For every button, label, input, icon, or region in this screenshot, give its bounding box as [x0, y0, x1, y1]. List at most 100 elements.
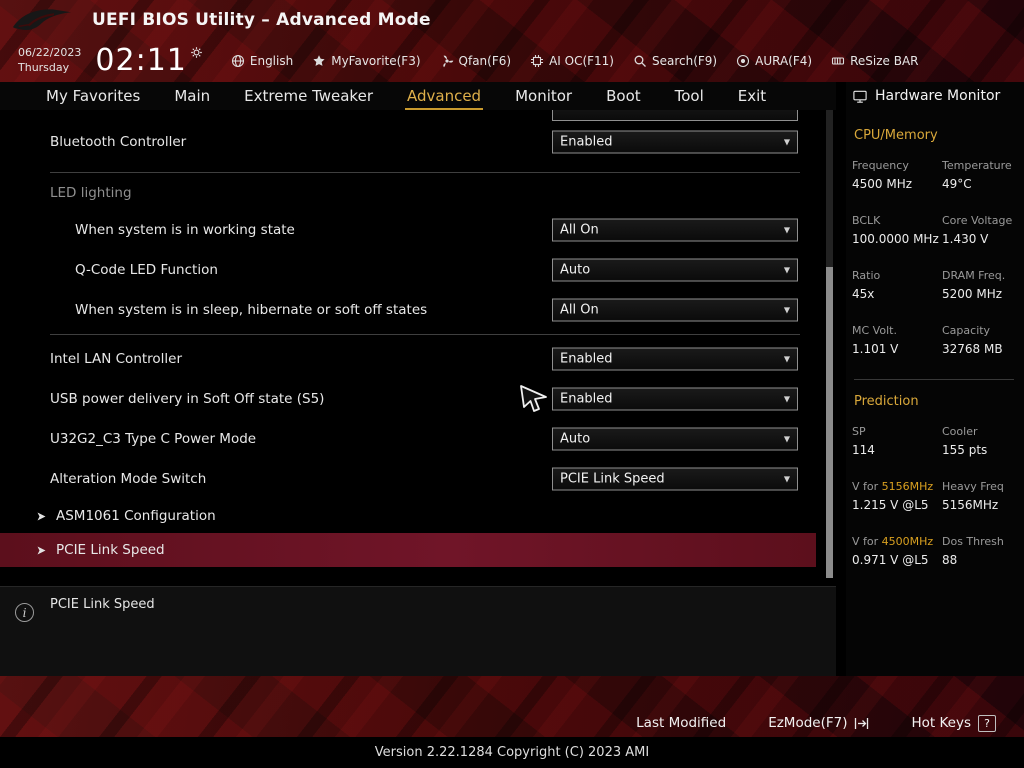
dropdown-value: Enabled: [560, 391, 613, 407]
dropdown-u32g2-c3-type-c-power-mode[interactable]: Auto ▼: [552, 427, 798, 451]
tab-monitor[interactable]: Monitor: [513, 85, 574, 110]
dropdown-bluetooth-controller[interactable]: Enabled ▼: [552, 130, 798, 154]
hot-keys-label: Hot Keys: [911, 715, 971, 731]
description-panel: i PCIE Link Speed: [0, 586, 836, 676]
hwm-stat-cooler: Cooler 155 pts: [942, 425, 1016, 457]
hwm-stat-sp: SP 114: [852, 425, 938, 457]
chevron-down-icon: ▼: [783, 225, 790, 235]
toolbar-label: AURA(F4): [755, 54, 813, 68]
resize-bar-icon: [831, 54, 845, 68]
chip-icon: [530, 54, 544, 68]
submenu-pcie-link-speed[interactable]: PCIE Link Speed: [0, 533, 816, 567]
section-heading-led-lighting: LED lighting: [50, 172, 800, 210]
fan-icon: [440, 54, 454, 68]
hwm-divider: [854, 379, 1014, 380]
hot-keys-button[interactable]: Hot Keys ?: [911, 714, 996, 732]
ezmode-button[interactable]: EzMode(F7): [768, 715, 869, 731]
aura-icon: [736, 54, 750, 68]
hwm-stat-label: DRAM Freq.: [942, 269, 1006, 282]
hwm-stat-value: 0.971 V @L5: [852, 553, 929, 567]
toolbar-aura-f4[interactable]: AURA(F4): [736, 54, 812, 68]
submenu-arrow-icon: [36, 545, 47, 556]
hwm-stat-label: Temperature: [942, 159, 1012, 172]
hwm-stat-value: 155 pts: [942, 443, 988, 457]
chevron-down-icon: ▼: [783, 474, 790, 484]
toolbar-label: English: [249, 54, 294, 68]
setting-label: Q-Code LED Function: [75, 262, 218, 278]
chevron-down-icon: ▼: [783, 434, 790, 444]
hwm-stat-value: 100.0000 MHz: [852, 232, 939, 246]
setting-bluetooth-controller: Bluetooth Controller Enabled ▼: [0, 122, 836, 162]
hwm-stat-value: 5200 MHz: [942, 287, 1003, 301]
tab-extreme-tweaker[interactable]: Extreme Tweaker: [242, 85, 375, 110]
tab-main[interactable]: Main: [172, 85, 212, 110]
toolbar-search-f9[interactable]: Search(F9): [633, 54, 717, 68]
gear-icon[interactable]: [190, 46, 203, 59]
hwm-stat-label: Capacity: [942, 324, 991, 337]
ezmode-exit-icon: [854, 717, 869, 730]
hwm-stat-value: 1.215 V @L5: [852, 498, 929, 512]
chevron-down-icon: ▼: [783, 265, 790, 275]
hwm-stat-core-voltage: Core Voltage 1.430 V: [942, 214, 1016, 246]
toolbar-label: ReSize BAR: [850, 54, 919, 68]
dropdown-usb-power-delivery-in-soft-off-state-s5[interactable]: Enabled ▼: [552, 387, 798, 411]
hwm-stat-v-for-5156mhz: V for 5156MHz 1.215 V @L5: [852, 480, 938, 512]
dropdown-intel-lan-controller[interactable]: Enabled ▼: [552, 347, 798, 371]
dropdown-value: Enabled: [560, 134, 613, 150]
submenu-asm1061-configuration[interactable]: ASM1061 Configuration: [0, 499, 836, 533]
dropdown-when-system-is-in-working-state[interactable]: All On ▼: [552, 218, 798, 242]
tab-advanced[interactable]: Advanced: [404, 85, 484, 110]
hwm-stat-temperature: Temperature 49°C: [942, 159, 1016, 191]
toolbar-label: AI OC(F11): [549, 54, 614, 68]
hwm-stat-label: V for 5156MHz: [852, 480, 934, 493]
description-text: PCIE Link Speed: [50, 597, 155, 612]
tab-my-favorites[interactable]: My Favorites: [44, 85, 142, 110]
hwm-stat-label: V for 4500MHz: [852, 535, 934, 548]
tab-tool[interactable]: Tool: [673, 85, 706, 110]
header-info-row: 06/22/2023 Thursday 02:11 English MyFavor…: [0, 40, 1024, 82]
dropdown-clipped[interactable]: [552, 110, 798, 121]
footer-actions: Last Modified EzMode(F7) Hot Keys ?: [636, 708, 996, 738]
rog-logo: [12, 9, 72, 31]
toolbar-qfan-f6[interactable]: Qfan(F6): [440, 54, 511, 68]
version-text: Version 2.22.1284 Copyright (C) 2023 AMI: [0, 737, 1024, 768]
toolbar-myfavorite-f3[interactable]: MyFavorite(F3): [312, 54, 421, 68]
setting-intel-lan-controller: Intel LAN Controller Enabled ▼: [0, 339, 836, 379]
hwm-stat-value: 49°C: [942, 177, 972, 191]
hwm-stat-value: 5156MHz: [942, 498, 999, 512]
info-icon: i: [15, 603, 34, 622]
dropdown-q-code-led-function[interactable]: Auto ▼: [552, 258, 798, 282]
setting-usb-power-delivery-in-soft-off-state-s5: USB power delivery in Soft Off state (S5…: [0, 379, 836, 419]
scrollbar[interactable]: [826, 110, 833, 578]
tab-bar: My Favorites Main Extreme Tweaker Advanced M…: [0, 82, 836, 110]
header-toolbar: English MyFavorite(F3) Qfan(F6) AI OC(F11) S…: [231, 54, 919, 68]
tab-exit[interactable]: Exit: [736, 85, 768, 110]
chevron-down-icon: ▼: [783, 394, 790, 404]
hwm-body: CPU/Memory Frequency 4500 MHz Temperature 49…: [846, 110, 1024, 590]
dropdown-alteration-mode-switch[interactable]: PCIE Link Speed ▼: [552, 467, 798, 491]
hwm-stat-label: MC Volt.: [852, 324, 897, 337]
hwm-stat-value: 4500 MHz: [852, 177, 913, 191]
hwm-stat-ratio: Ratio 45x: [852, 269, 938, 301]
last-modified-button[interactable]: Last Modified: [636, 715, 726, 731]
footer: Last Modified EzMode(F7) Hot Keys ? Vers…: [0, 676, 1024, 768]
scrollbar-thumb[interactable]: [826, 267, 833, 578]
hwm-stat-heavy-freq: Heavy Freq 5156MHz: [942, 480, 1016, 512]
dropdown-when-system-is-in-sleep-hibernate-or-soft-off-states[interactable]: All On ▼: [552, 298, 798, 322]
hwm-stat-capacity: Capacity 32768 MB: [942, 324, 1016, 356]
toolbar-ai-oc-f11[interactable]: AI OC(F11): [530, 54, 614, 68]
tab-boot[interactable]: Boot: [604, 85, 643, 110]
toolbar-english[interactable]: English: [231, 54, 293, 68]
dropdown-value: All On: [560, 302, 599, 318]
star-icon: [312, 54, 326, 68]
hwm-stat-dos-thresh: Dos Thresh 88: [942, 535, 1016, 567]
settings-content: Bluetooth Controller Enabled ▼ LED lighting…: [0, 110, 836, 578]
dropdown-value: PCIE Link Speed: [560, 471, 665, 487]
setting-label: When system is in working state: [75, 222, 295, 238]
dropdown-value: Auto: [560, 262, 591, 278]
hwm-stat-bclk: BCLK 100.0000 MHz: [852, 214, 939, 246]
toolbar-resize-bar[interactable]: ReSize BAR: [831, 54, 919, 68]
setting-u32g2-c3-type-c-power-mode: U32G2_C3 Type C Power Mode Auto ▼: [0, 419, 836, 459]
dropdown-value: Enabled: [560, 351, 613, 367]
hwm-stat-label: Ratio: [852, 269, 881, 282]
